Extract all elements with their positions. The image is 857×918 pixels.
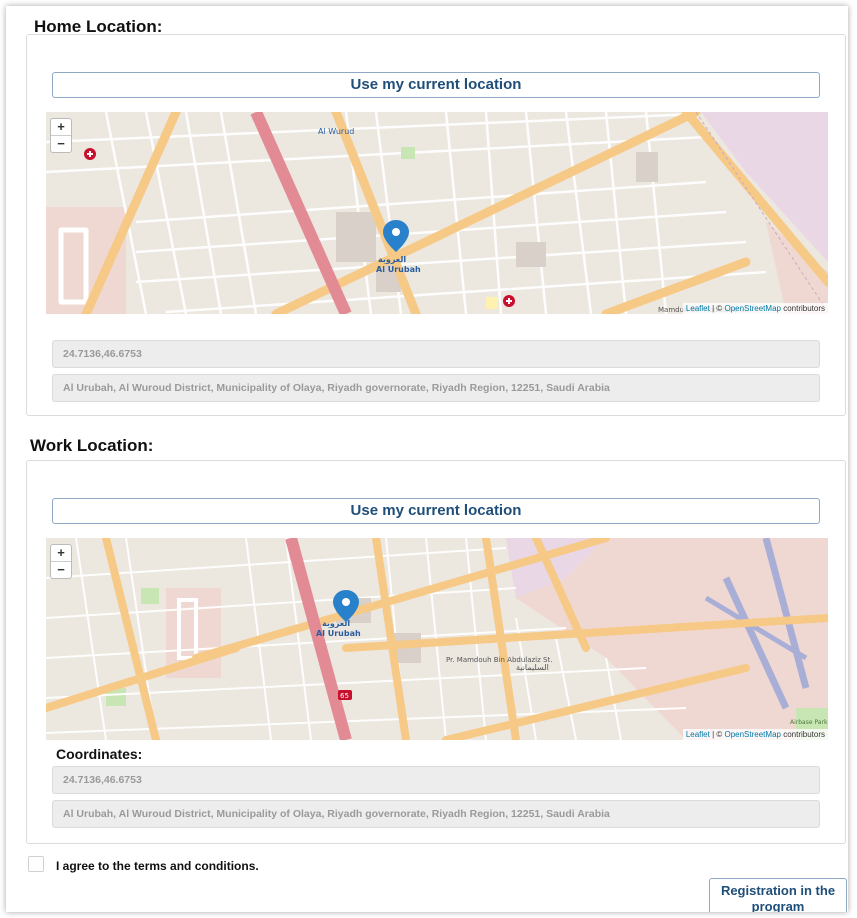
home-coordinates-field[interactable]: 24.7136,46.6753 (52, 340, 820, 368)
work-park-label: Airbase Park (790, 719, 828, 726)
home-zoom-out-button[interactable]: − (51, 135, 71, 152)
work-address-field[interactable]: Al Urubah, Al Wuroud District, Municipal… (52, 800, 820, 828)
work-leaflet-link[interactable]: Leaflet (686, 730, 710, 739)
work-map[interactable]: 65 العروبة Al Urubah Pr. Mamdouh Bin Abd… (46, 538, 828, 740)
work-zoom-control: + − (50, 544, 72, 579)
work-coordinates-label: Coordinates: (56, 746, 143, 762)
home-zoom-in-button[interactable]: + (51, 119, 71, 135)
work-osm-link[interactable]: OpenStreetMap (724, 730, 780, 739)
work-use-current-location-button[interactable]: Use my current location (52, 498, 820, 524)
work-attribution-separator: | © (709, 730, 725, 739)
work-attribution-suffix: contributors (780, 730, 825, 739)
home-use-current-location-button[interactable]: Use my current location (52, 72, 820, 98)
terms-label: I agree to the terms and conditions. (56, 859, 259, 873)
terms-checkbox[interactable] (28, 856, 44, 872)
home-attribution-suffix: contributors (780, 304, 825, 313)
home-osm-link[interactable]: OpenStreetMap (724, 304, 780, 313)
home-marker-label-en: Al Urubah (376, 265, 421, 274)
work-marker-label-en: Al Urubah (316, 629, 361, 638)
work-road-number: 65 (340, 692, 349, 700)
work-coordinates-field[interactable]: 24.7136,46.6753 (52, 766, 820, 794)
home-map-tiles: Al Wurud العروبة Al Urubah Mamduh Bin Ab… (46, 112, 828, 314)
home-zoom-control: + − (50, 118, 72, 153)
home-leaflet-link[interactable]: Leaflet (686, 304, 710, 313)
home-map[interactable]: Al Wurud العروبة Al Urubah Mamduh Bin Ab… (46, 112, 828, 314)
home-map-attribution: Leaflet | © OpenStreetMap contributors (682, 303, 828, 314)
home-address-field[interactable]: Al Urubah, Al Wuroud District, Municipal… (52, 374, 820, 402)
work-map-tiles: 65 العروبة Al Urubah Pr. Mamdouh Bin Abd… (46, 538, 828, 740)
work-district-label: السليمانية (516, 663, 549, 672)
home-attribution-separator: | © (709, 304, 725, 313)
work-location-title: Work Location: (30, 436, 154, 455)
home-marker-label-ar: العروبة (378, 255, 406, 264)
work-zoom-out-button[interactable]: − (51, 561, 71, 578)
registration-form: Home Location: Use my current location A… (6, 6, 848, 912)
work-map-attribution: Leaflet | © OpenStreetMap contributors (682, 729, 828, 740)
registration-button[interactable]: Registration in the program (709, 878, 847, 912)
work-zoom-in-button[interactable]: + (51, 545, 71, 561)
home-district-label: Al Wurud (318, 127, 354, 136)
